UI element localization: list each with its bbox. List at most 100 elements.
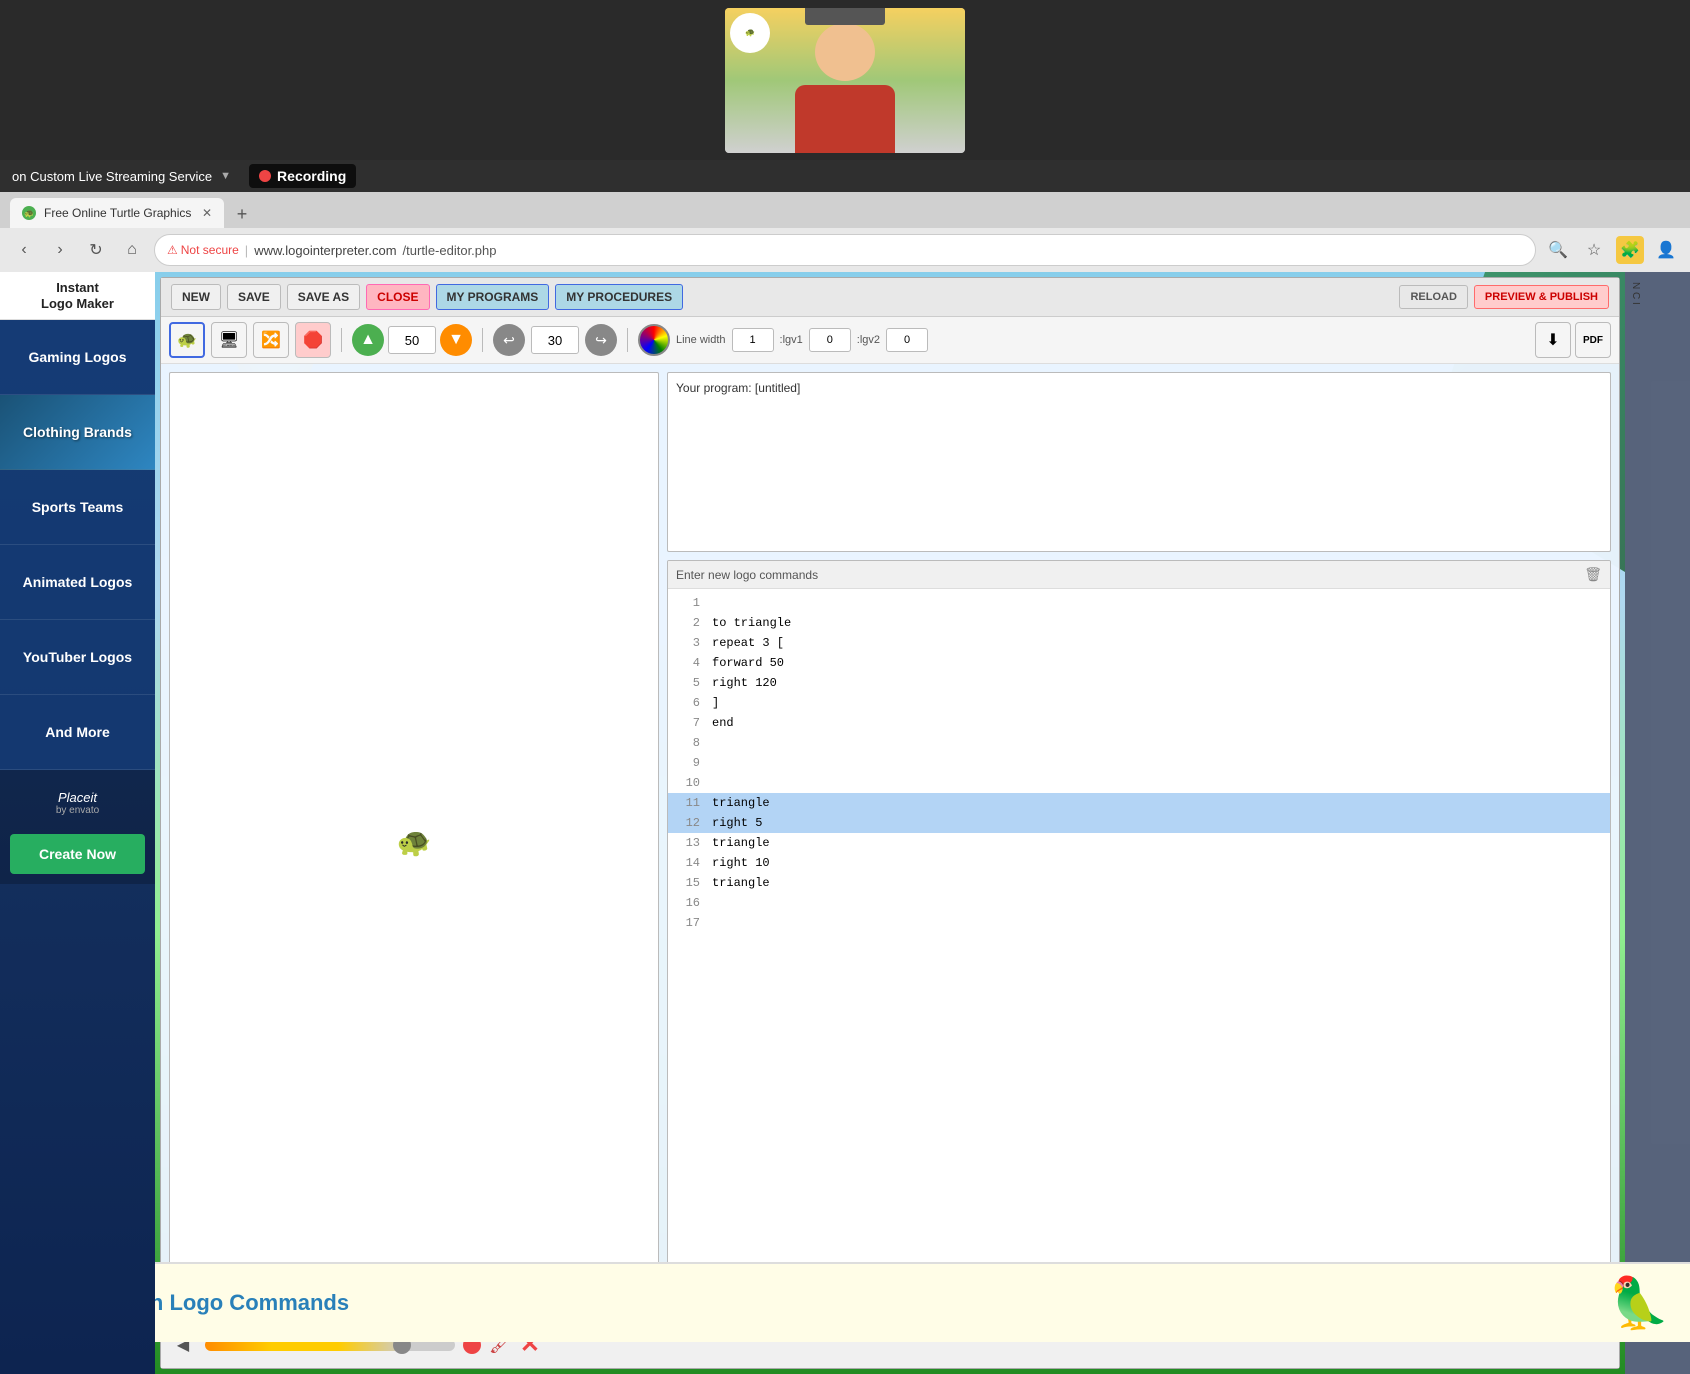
extensions-button[interactable]: 🧩 bbox=[1616, 236, 1644, 264]
turtle-mode-button[interactable]: 🐢 bbox=[169, 322, 205, 358]
my-programs-button[interactable]: MY PROGRAMS bbox=[436, 284, 550, 310]
forward-button[interactable]: › bbox=[46, 236, 74, 264]
tab-close-icon[interactable]: ✕ bbox=[202, 206, 212, 220]
lgv1-label: :lgv1 bbox=[780, 334, 803, 346]
code-line: 16 bbox=[668, 893, 1610, 913]
line-content: right 120 bbox=[712, 676, 777, 690]
animate-mode-button[interactable]: 🔀 bbox=[253, 322, 289, 358]
video-area: 🐢 bbox=[0, 0, 1690, 160]
rotate-right-button[interactable]: ↪ bbox=[585, 324, 617, 356]
back-button[interactable]: ‹ bbox=[10, 236, 38, 264]
line-width-input[interactable] bbox=[732, 328, 774, 352]
browser-tabs: 🐢 Free Online Turtle Graphics - lo... ✕ … bbox=[0, 192, 1690, 228]
line-number: 2 bbox=[676, 616, 700, 630]
color-picker[interactable] bbox=[638, 324, 670, 356]
reload-button[interactable]: ↻ bbox=[82, 236, 110, 264]
lgv2-input[interactable] bbox=[886, 328, 928, 352]
sidebar-item-youtuber[interactable]: YouTuber Logos bbox=[0, 620, 155, 695]
create-now-button[interactable]: Create Now bbox=[10, 834, 145, 874]
browser-tab-active[interactable]: 🐢 Free Online Turtle Graphics - lo... ✕ bbox=[10, 198, 224, 228]
backward-button[interactable]: ▼ bbox=[440, 324, 472, 356]
pdf-button[interactable]: PDF bbox=[1575, 322, 1611, 358]
save-as-button[interactable]: SAVE AS bbox=[287, 284, 360, 310]
address-box[interactable]: ⚠ Not secure | www.logointerpreter.com /… bbox=[154, 234, 1536, 266]
preview-publish-button[interactable]: PREVIEW & PUBLISH bbox=[1474, 285, 1609, 309]
streaming-bar: on Custom Live Streaming Service ▼ Recor… bbox=[0, 160, 1690, 192]
not-secure-indicator: ⚠ Not secure bbox=[167, 243, 239, 257]
line-content: ] bbox=[712, 696, 719, 710]
browser-chrome: on Custom Live Streaming Service ▼ Recor… bbox=[0, 160, 1690, 272]
recording-label: Recording bbox=[277, 168, 346, 184]
url-path: /turtle-editor.php bbox=[403, 243, 497, 258]
streaming-label: on Custom Live Streaming Service bbox=[12, 169, 212, 184]
code-line: 2 to triangle bbox=[668, 613, 1610, 633]
line-content: right 5 bbox=[712, 816, 762, 830]
toolbar-sep-3 bbox=[627, 328, 628, 352]
browser-addressbar: ‹ › ↻ ⌂ ⚠ Not secure | www.logointerpret… bbox=[0, 228, 1690, 272]
lgv1-input[interactable] bbox=[809, 328, 851, 352]
my-procedures-button[interactable]: MY PROCEDURES bbox=[555, 284, 683, 310]
line-number: 4 bbox=[676, 656, 700, 670]
editor-toolbar: NEW SAVE SAVE AS CLOSE MY PROGRAMS MY PR… bbox=[161, 278, 1619, 317]
url-host: www.logointerpreter.com bbox=[254, 243, 396, 258]
sidebar-header: Instant Logo Maker bbox=[0, 272, 155, 320]
profile-button[interactable]: 👤 bbox=[1652, 236, 1680, 264]
bookmark-button[interactable]: ☆ bbox=[1580, 236, 1608, 264]
sidebar-item-animated[interactable]: Animated Logos bbox=[0, 545, 155, 620]
forward-button[interactable]: ▲ bbox=[352, 324, 384, 356]
program-title: Your program: [untitled] bbox=[676, 381, 1602, 395]
sidebar-item-clothing[interactable]: Clothing Brands bbox=[0, 395, 155, 470]
line-content: to triangle bbox=[712, 616, 791, 630]
home-button[interactable]: ⌂ bbox=[118, 236, 146, 264]
video-logo: 🐢 bbox=[730, 13, 770, 53]
download-button[interactable]: ⬇ bbox=[1535, 322, 1571, 358]
sidebar-item-gaming[interactable]: Gaming Logos bbox=[0, 320, 155, 395]
drawing-canvas: 🐢 ↗ (0.00,0.00) 🐢 📍 0.00 △ bbox=[169, 372, 659, 1312]
line-number: 1 bbox=[676, 596, 700, 610]
new-tab-button[interactable]: + bbox=[228, 200, 256, 228]
sidebar-item-sports[interactable]: Sports Teams bbox=[0, 470, 155, 545]
line-content: triangle bbox=[712, 876, 770, 890]
code-line: 15triangle bbox=[668, 873, 1610, 893]
line-content: end bbox=[712, 716, 734, 730]
code-lines[interactable]: 12to triangle3 repeat 3 [4 forward 505 r… bbox=[668, 589, 1610, 1275]
export-buttons: ⬇ PDF bbox=[1535, 322, 1611, 358]
streaming-dropdown-icon[interactable]: ▼ bbox=[220, 170, 231, 182]
right-panel-text: N C I bbox=[1630, 282, 1641, 305]
forward-value-input[interactable] bbox=[388, 326, 436, 354]
recording-badge: Recording bbox=[249, 164, 356, 188]
code-line: 7end bbox=[668, 713, 1610, 733]
line-width-label: Line width bbox=[676, 334, 726, 346]
code-editor-area: Enter new logo commands 🗑 12to triangle3… bbox=[667, 560, 1611, 1312]
tab-title: Free Online Turtle Graphics - lo... bbox=[44, 206, 194, 220]
search-button[interactable]: 🔍 bbox=[1544, 236, 1572, 264]
code-editor-header: Enter new logo commands 🗑 bbox=[668, 561, 1610, 589]
video-thumbnail: 🐢 bbox=[725, 8, 965, 153]
stop-button[interactable]: 🛑 bbox=[295, 322, 331, 358]
line-number: 8 bbox=[676, 736, 700, 750]
sidebar-item-andmore[interactable]: And More bbox=[0, 695, 155, 770]
arrow-controls: ▲ ▼ bbox=[352, 324, 472, 356]
canvas-area: 🐢 ↗ (0.00,0.00) 🐢 📍 0.00 △ bbox=[161, 364, 1619, 1320]
sidebar-logo: Instant Logo Maker bbox=[8, 280, 147, 311]
left-sidebar: Instant Logo Maker Gaming Logos Clothing… bbox=[0, 272, 155, 1374]
trash-icon[interactable]: 🗑 bbox=[1584, 566, 1602, 583]
line-controls: Line width :lgv1 :lgv2 bbox=[676, 328, 928, 352]
image-mode-button[interactable]: 🖥 bbox=[211, 322, 247, 358]
line-number: 11 bbox=[676, 796, 700, 810]
line-number: 12 bbox=[676, 816, 700, 830]
close-button[interactable]: CLOSE bbox=[366, 284, 429, 310]
reload-button[interactable]: RELOAD bbox=[1399, 285, 1467, 309]
new-button[interactable]: NEW bbox=[171, 284, 221, 310]
save-button[interactable]: SAVE bbox=[227, 284, 281, 310]
code-line: 9 bbox=[668, 753, 1610, 773]
line-number: 14 bbox=[676, 856, 700, 870]
line-number: 16 bbox=[676, 896, 700, 910]
rotation-value-input[interactable] bbox=[531, 326, 579, 354]
line-content: forward 50 bbox=[712, 656, 784, 670]
content-area: ⛵ NEW SAVE SAVE AS CLOSE MY PROGRAMS MY … bbox=[155, 272, 1625, 1374]
code-panel: Your program: [untitled] Enter new logo … bbox=[667, 372, 1611, 1312]
rotate-left-button[interactable]: ↩ bbox=[493, 324, 525, 356]
placeit-logo: Placeit bbox=[20, 790, 135, 805]
video-person: 🐢 bbox=[725, 8, 965, 153]
